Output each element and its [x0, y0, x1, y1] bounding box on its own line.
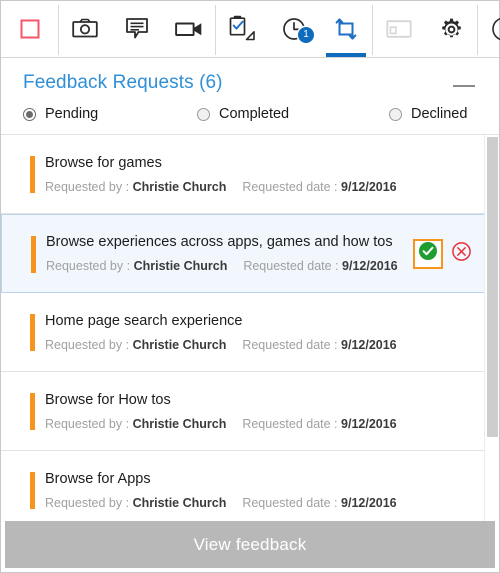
toolbar-group-system — [373, 1, 477, 57]
row-accent-bar — [30, 472, 35, 509]
camera-icon — [72, 18, 98, 40]
comment-button[interactable] — [111, 1, 163, 57]
requested-by-label: Requested by : — [45, 416, 130, 431]
toolbar-group-capture-stop — [1, 1, 58, 57]
requested-date-value: 9/12/2016 — [341, 179, 397, 194]
scrollbar[interactable] — [484, 135, 499, 521]
record-video-button[interactable] — [163, 1, 215, 57]
requested-date-label: Requested date : — [243, 259, 339, 273]
monitor-icon — [386, 18, 412, 40]
minimize-button[interactable] — [447, 76, 481, 96]
filter-radio-pending[interactable]: Pending — [23, 106, 197, 122]
requested-by-label: Requested by : — [45, 495, 130, 510]
minimize-icon — [453, 85, 475, 87]
row-accent-bar — [31, 236, 36, 273]
accept-request-button[interactable] — [413, 238, 443, 269]
filter-label-pending: Pending — [45, 106, 99, 122]
panel-header: Feedback Requests (6) — [1, 58, 499, 96]
table-row[interactable]: Home page search experience Requested by… — [1, 293, 499, 372]
request-title: Browse for How tos — [45, 391, 171, 408]
toolbar: 1 — [1, 1, 500, 58]
list-scroll-viewport: Browse for games Requested by : Christie… — [1, 135, 499, 521]
radio-icon — [389, 107, 402, 121]
row-accent-bar — [30, 314, 35, 351]
requested-date-value: 9/12/2016 — [341, 495, 397, 510]
row-content: Browse for games Requested by : Christie… — [45, 155, 487, 194]
feedback-loop-icon — [333, 16, 359, 42]
request-title: Browse experiences across apps, games an… — [46, 234, 393, 250]
request-meta: Requested by : Christie Church Requested… — [45, 496, 487, 510]
requested-date-label: Requested date : — [242, 495, 338, 510]
row-accent-bar — [30, 156, 35, 193]
request-meta: Requested by : Christie Church Requested… — [46, 259, 413, 273]
row-actions — [413, 238, 476, 269]
requested-date-value: 9/12/2016 — [342, 259, 398, 273]
filter-label-declined: Declined — [411, 106, 468, 122]
screenshot-button[interactable] — [59, 1, 111, 57]
settings-button[interactable] — [425, 1, 477, 57]
request-title: Home page search experience — [45, 312, 243, 329]
speech-bubble-icon — [125, 17, 149, 41]
radio-icon — [197, 107, 210, 121]
stop-square-icon — [19, 18, 41, 40]
requested-by-value: Christie Church — [132, 337, 227, 352]
requested-date-label: Requested date : — [242, 337, 338, 352]
request-meta: Requested by : Christie Church Requested… — [45, 338, 487, 352]
request-meta: Requested by : Christie Church Requested… — [45, 180, 487, 194]
active-tab-indicator — [326, 53, 366, 57]
status-filter-group: Pending Completed Declined — [1, 96, 499, 134]
row-content: Home page search experience Requested by… — [45, 313, 487, 352]
screen-capture-button[interactable] — [373, 1, 425, 57]
gear-icon — [439, 17, 464, 42]
feedback-requests-button[interactable] — [320, 1, 372, 57]
request-title: Browse for Apps — [45, 470, 151, 487]
request-title: Browse for games — [45, 154, 162, 171]
recent-button[interactable]: 1 — [268, 1, 320, 57]
close-circle-icon — [451, 241, 472, 267]
toolbar-group-workflow: 1 — [216, 1, 372, 57]
request-meta: Requested by : Christie Church Requested… — [45, 417, 487, 431]
filter-label-completed: Completed — [219, 106, 290, 122]
video-camera-icon — [175, 20, 203, 38]
page-title: Feedback Requests (6) — [23, 72, 223, 93]
table-row[interactable]: Browse for games Requested by : Christie… — [1, 135, 499, 214]
row-content: Browse experiences across apps, games an… — [46, 234, 413, 273]
requested-by-label: Requested by : — [45, 179, 130, 194]
requested-by-value: Christie Church — [132, 495, 227, 510]
tasks-button[interactable] — [216, 1, 268, 57]
requested-by-value: Christie Church — [133, 259, 228, 273]
row-content: Browse for Apps Requested by : Christie … — [45, 471, 487, 510]
table-row[interactable]: Browse experiences across apps, games an… — [1, 214, 499, 293]
row-content: Browse for How tos Requested by : Christ… — [45, 392, 487, 431]
requested-by-value: Christie Church — [132, 416, 227, 431]
feedback-request-list: Browse for games Requested by : Christie… — [1, 134, 499, 521]
requested-date-label: Requested date : — [242, 179, 338, 194]
scrollbar-thumb[interactable] — [487, 137, 498, 437]
requested-date-value: 9/12/2016 — [341, 416, 397, 431]
clipboard-check-icon — [227, 14, 257, 44]
info-button[interactable] — [478, 1, 500, 57]
check-circle-icon — [418, 241, 438, 266]
decline-request-button[interactable] — [446, 239, 476, 269]
table-row[interactable]: Browse for Apps Requested by : Christie … — [1, 451, 499, 521]
stop-recording-button[interactable] — [1, 1, 58, 57]
view-feedback-button[interactable]: View feedback — [5, 521, 495, 568]
table-row[interactable]: Browse for How tos Requested by : Christ… — [1, 372, 499, 451]
requested-date-value: 9/12/2016 — [341, 337, 397, 352]
toolbar-group-info — [478, 1, 500, 57]
filter-radio-declined[interactable]: Declined — [389, 106, 467, 122]
row-accent-bar — [30, 393, 35, 430]
requested-by-value: Christie Church — [132, 179, 227, 194]
info-circle-icon — [491, 16, 500, 42]
requested-by-label: Requested by : — [45, 337, 130, 352]
requested-date-label: Requested date : — [242, 416, 338, 431]
toolbar-group-capture — [59, 1, 215, 57]
recent-badge: 1 — [298, 27, 314, 43]
feedback-tool-window: 1 Feedback Requests (6) Pending Complete… — [0, 0, 500, 573]
filter-radio-completed[interactable]: Completed — [197, 106, 389, 122]
requested-by-label: Requested by : — [46, 259, 131, 273]
radio-icon — [23, 107, 36, 121]
